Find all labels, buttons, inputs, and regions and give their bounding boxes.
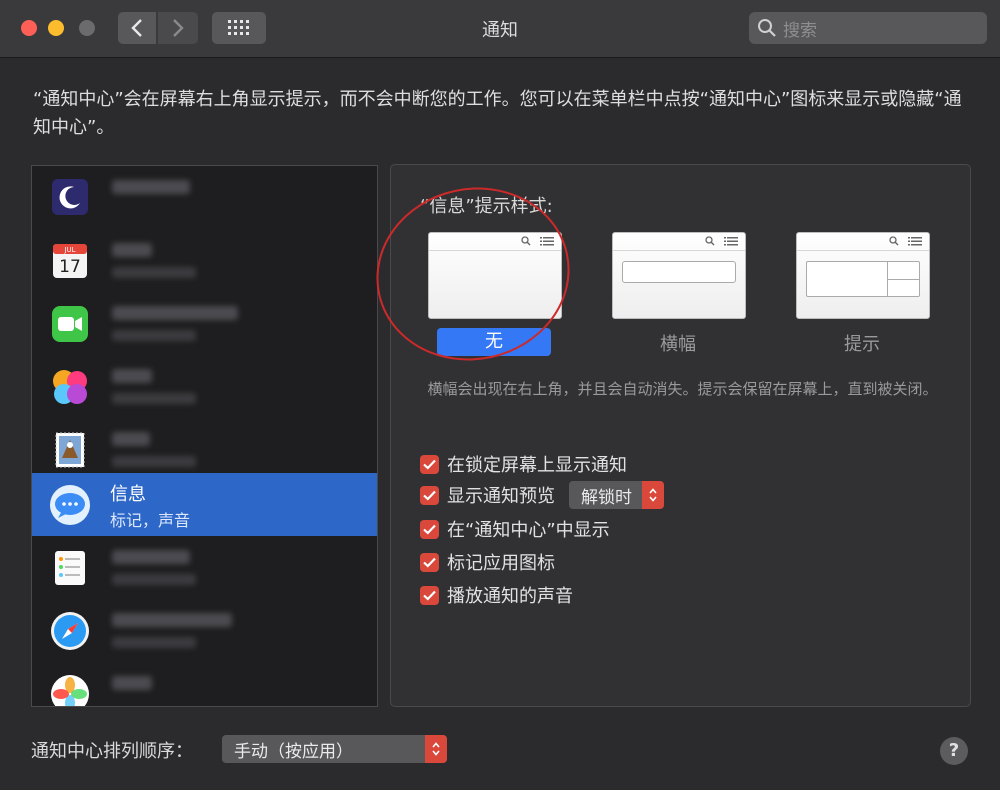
alert-style-alert-label[interactable]: 提示 (796, 330, 928, 356)
list-item[interactable] (32, 536, 377, 599)
search-icon (758, 19, 776, 37)
sound-checkbox-row[interactable]: 播放通知的声音 (420, 582, 573, 608)
calendar-month: JUL (63, 246, 75, 254)
show-preview-label: 显示通知预览 (447, 486, 555, 507)
calendar-icon: JUL 17 (53, 244, 87, 278)
messages-icon (50, 485, 90, 525)
search-input[interactable]: 搜索 (749, 12, 987, 44)
blurred-app-name (112, 550, 190, 564)
checkmark-icon (423, 459, 436, 470)
checkmark-icon (423, 557, 436, 568)
list-item[interactable] (32, 418, 377, 481)
show-preview-checkbox[interactable] (420, 485, 439, 505)
title-bar: 通知 搜索 (0, 0, 1000, 58)
alert-style-banner-preview[interactable] (612, 232, 746, 319)
moon-icon (52, 179, 88, 215)
help-button[interactable]: ? (940, 737, 968, 765)
app-name: 信息 (110, 484, 146, 505)
list-icon (724, 237, 738, 246)
in-center-checkbox-row[interactable]: 在“通知中心”中显示 (420, 516, 610, 542)
badge-app-icon-checkbox[interactable] (420, 552, 439, 572)
reminders-icon (55, 551, 85, 585)
preview-popup-value: 解锁时 (581, 487, 632, 508)
alert-style-alert-preview[interactable] (796, 232, 930, 319)
app-subtitle: 标记，声音 (110, 511, 191, 530)
lock-screen-checkbox-row[interactable]: 在锁定屏幕上显示通知 (420, 451, 627, 477)
app-list[interactable]: JUL 17 信息 标记，声音 (31, 165, 378, 707)
lock-screen-checkbox[interactable] (420, 454, 439, 474)
blurred-app-subtitle (112, 330, 196, 341)
checkmark-icon (423, 490, 436, 501)
search-icon (705, 236, 715, 246)
blurred-app-name (112, 306, 238, 320)
blurred-app-name (112, 432, 150, 446)
notification-description: “通知中心”会在屏幕右上角显示提示，而不会中断您的工作。您可以在菜单栏中点按“通… (33, 89, 962, 138)
sort-order-label: 通知中心排列顺序： (31, 741, 193, 762)
badge-checkbox-row[interactable]: 标记应用图标 (420, 549, 555, 575)
safari-icon (51, 612, 89, 650)
alert-shape (806, 261, 920, 297)
list-item-messages[interactable]: 信息 标记，声音 (32, 473, 377, 536)
calendar-day: 17 (59, 257, 81, 277)
lock-screen-label: 在锁定屏幕上显示通知 (447, 455, 627, 476)
checkmark-icon (423, 524, 436, 535)
checkmark-icon (423, 590, 436, 601)
alert-style-hint: 横幅会出现在右上角，并且会自动消失。提示会保留在屏幕上，直到被关闭。 (427, 380, 938, 398)
list-item[interactable] (32, 662, 377, 706)
blurred-app-subtitle (112, 574, 196, 585)
blurred-app-name (112, 676, 152, 690)
facetime-icon (52, 306, 88, 342)
search-placeholder: 搜索 (783, 20, 817, 41)
list-item[interactable] (32, 292, 377, 355)
search-icon (889, 236, 899, 246)
show-in-center-label: 在“通知中心”中显示 (447, 520, 610, 541)
stepper-arrows-icon (425, 735, 447, 763)
list-item[interactable] (32, 166, 377, 229)
list-icon (908, 237, 922, 246)
alert-style-banner-label[interactable]: 横幅 (612, 330, 744, 356)
preview-checkbox-row[interactable]: 显示通知预览 解锁时 (420, 481, 664, 509)
blurred-app-name (112, 180, 190, 194)
play-sound-checkbox[interactable] (420, 585, 439, 605)
sort-order-value: 手动（按应用） (234, 742, 353, 762)
blurred-app-subtitle (112, 637, 196, 648)
play-sound-label: 播放通知的声音 (447, 586, 573, 607)
badge-app-icon-label: 标记应用图标 (447, 553, 555, 574)
show-in-center-checkbox[interactable] (420, 519, 439, 539)
blurred-app-name (112, 243, 152, 257)
mail-stamp-icon (55, 432, 85, 468)
list-item[interactable] (32, 355, 377, 418)
stepper-arrows-icon (642, 481, 664, 509)
blurred-app-subtitle (112, 267, 196, 278)
blurred-app-subtitle (112, 393, 196, 404)
sort-order-popup[interactable]: 手动（按应用） (222, 735, 447, 763)
preview-popup[interactable]: 解锁时 (569, 481, 664, 509)
preview-menubar (613, 233, 745, 251)
preview-menubar (797, 233, 929, 251)
photos-icon (51, 675, 89, 706)
list-item[interactable]: JUL 17 (32, 229, 377, 292)
banner-shape (622, 261, 736, 283)
blurred-app-subtitle (112, 456, 196, 467)
blurred-app-name (112, 369, 152, 383)
blurred-app-name (112, 613, 232, 627)
list-item[interactable] (32, 599, 377, 662)
game-center-icon (53, 370, 87, 404)
